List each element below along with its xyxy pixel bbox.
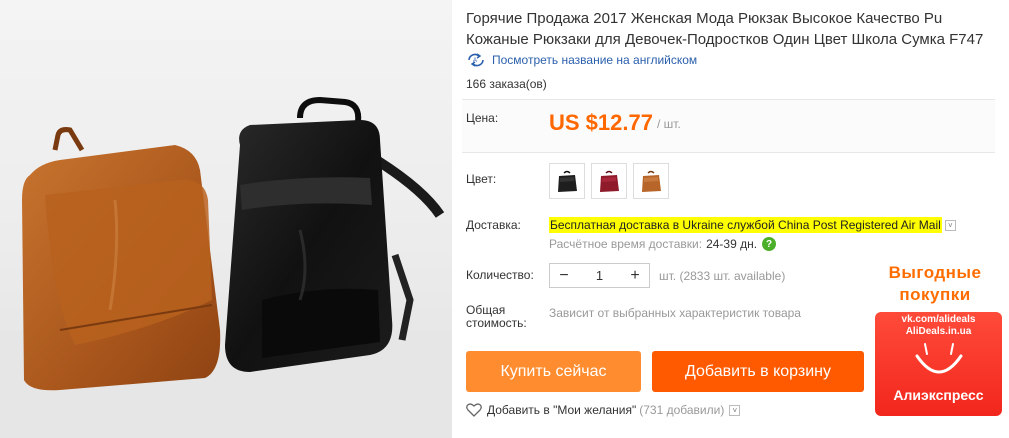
- shipping-selector[interactable]: Бесплатная доставка в Ukraine службой Ch…: [549, 217, 956, 233]
- shipping-text-prefix: Бесплатная доставка в: [550, 218, 680, 232]
- total-label: Общая стоимость:: [466, 304, 527, 330]
- product-title-line-1: Горячие Продажа 2017 Женская Мода Рюкзак…: [466, 10, 943, 27]
- promo-logo: vk.com/alideals AliDeals.in.ua Алиэкспре…: [875, 312, 1002, 416]
- delivery-value: 24-39 дн.: [706, 237, 758, 251]
- price-section: [462, 100, 995, 152]
- color-option-red[interactable]: [591, 163, 627, 199]
- smile-icon: [915, 343, 963, 374]
- svg-text:A: A: [473, 58, 477, 64]
- quantity-decrease-button[interactable]: −: [550, 267, 578, 285]
- shipping-service: China Post Registered Air Mail: [778, 218, 941, 232]
- orders-count: 166 заказа(ов): [466, 77, 547, 91]
- price-value: US $12.77: [549, 110, 653, 135]
- buy-now-button[interactable]: Купить сейчас: [466, 351, 641, 392]
- product-title-line-2: Кожаные Рюкзаки для Девочек-Подростков О…: [466, 31, 984, 48]
- shipping-text-middle: службой: [727, 218, 775, 232]
- translate-link-text[interactable]: Посмотреть название на английском: [492, 53, 697, 67]
- product-title: Горячие Продажа 2017 Женская Мода Рюкзак…: [466, 8, 1001, 50]
- total-note: Зависит от выбранных характеристик товар…: [549, 306, 801, 320]
- help-icon[interactable]: ?: [762, 237, 777, 251]
- add-to-cart-button[interactable]: Добавить в корзину: [652, 351, 864, 392]
- shipping-label: Доставка:: [466, 218, 521, 232]
- color-option-black[interactable]: [549, 163, 585, 199]
- promo-vk-link: vk.com/alideals: [901, 314, 976, 325]
- color-option-brown[interactable]: [633, 163, 669, 199]
- divider: [462, 152, 995, 153]
- delivery-label: Расчётное время доставки:: [549, 237, 703, 251]
- add-to-wishlist[interactable]: Добавить в "Мои желания" (731 добавили) …: [466, 403, 741, 417]
- promo-line-2: покупки: [899, 285, 971, 304]
- translate-title-link[interactable]: A Посмотреть название на английском: [466, 52, 697, 68]
- product-image[interactable]: [0, 0, 452, 438]
- backpack-black-thumbnail: [558, 170, 577, 192]
- chevron-down-icon[interactable]: ˅: [944, 219, 956, 231]
- promo-domain: AliDeals.in.ua: [905, 326, 972, 337]
- wishlist-label[interactable]: Добавить в "Мои желания": [487, 403, 636, 417]
- price-label: Цена:: [466, 111, 499, 125]
- chevron-down-icon[interactable]: ˅: [729, 404, 741, 416]
- backpack-brown-thumbnail: [642, 170, 661, 192]
- color-options: [549, 163, 669, 199]
- delivery-estimate: Расчётное время доставки: 24-39 дн. ?: [549, 237, 777, 251]
- backpack-red-thumbnail: [600, 170, 619, 192]
- stock-available: шт. (2833 шт. available): [659, 269, 786, 283]
- quantity-label: Количество:: [466, 268, 534, 282]
- price-unit: / шт.: [657, 117, 681, 131]
- translate-icon: A: [466, 52, 486, 68]
- quantity-increase-button[interactable]: +: [621, 267, 649, 285]
- promo-brand: Алиэкспресс: [893, 387, 984, 403]
- shipping-country: Ukraine: [682, 218, 724, 232]
- quantity-input[interactable]: 1: [578, 268, 621, 283]
- heart-icon: [466, 403, 482, 417]
- promo-heading: Выгодные покупки: [870, 262, 1000, 306]
- quantity-stepper: − 1 +: [549, 263, 650, 288]
- color-label: Цвет:: [466, 172, 497, 186]
- wishlist-count: (731 добавили): [639, 403, 725, 417]
- total-label-line-2: стоимость:: [466, 316, 527, 330]
- promo-line-1: Выгодные: [888, 263, 982, 282]
- shipping-text: Бесплатная доставка в Ukraine службой Ch…: [549, 217, 942, 233]
